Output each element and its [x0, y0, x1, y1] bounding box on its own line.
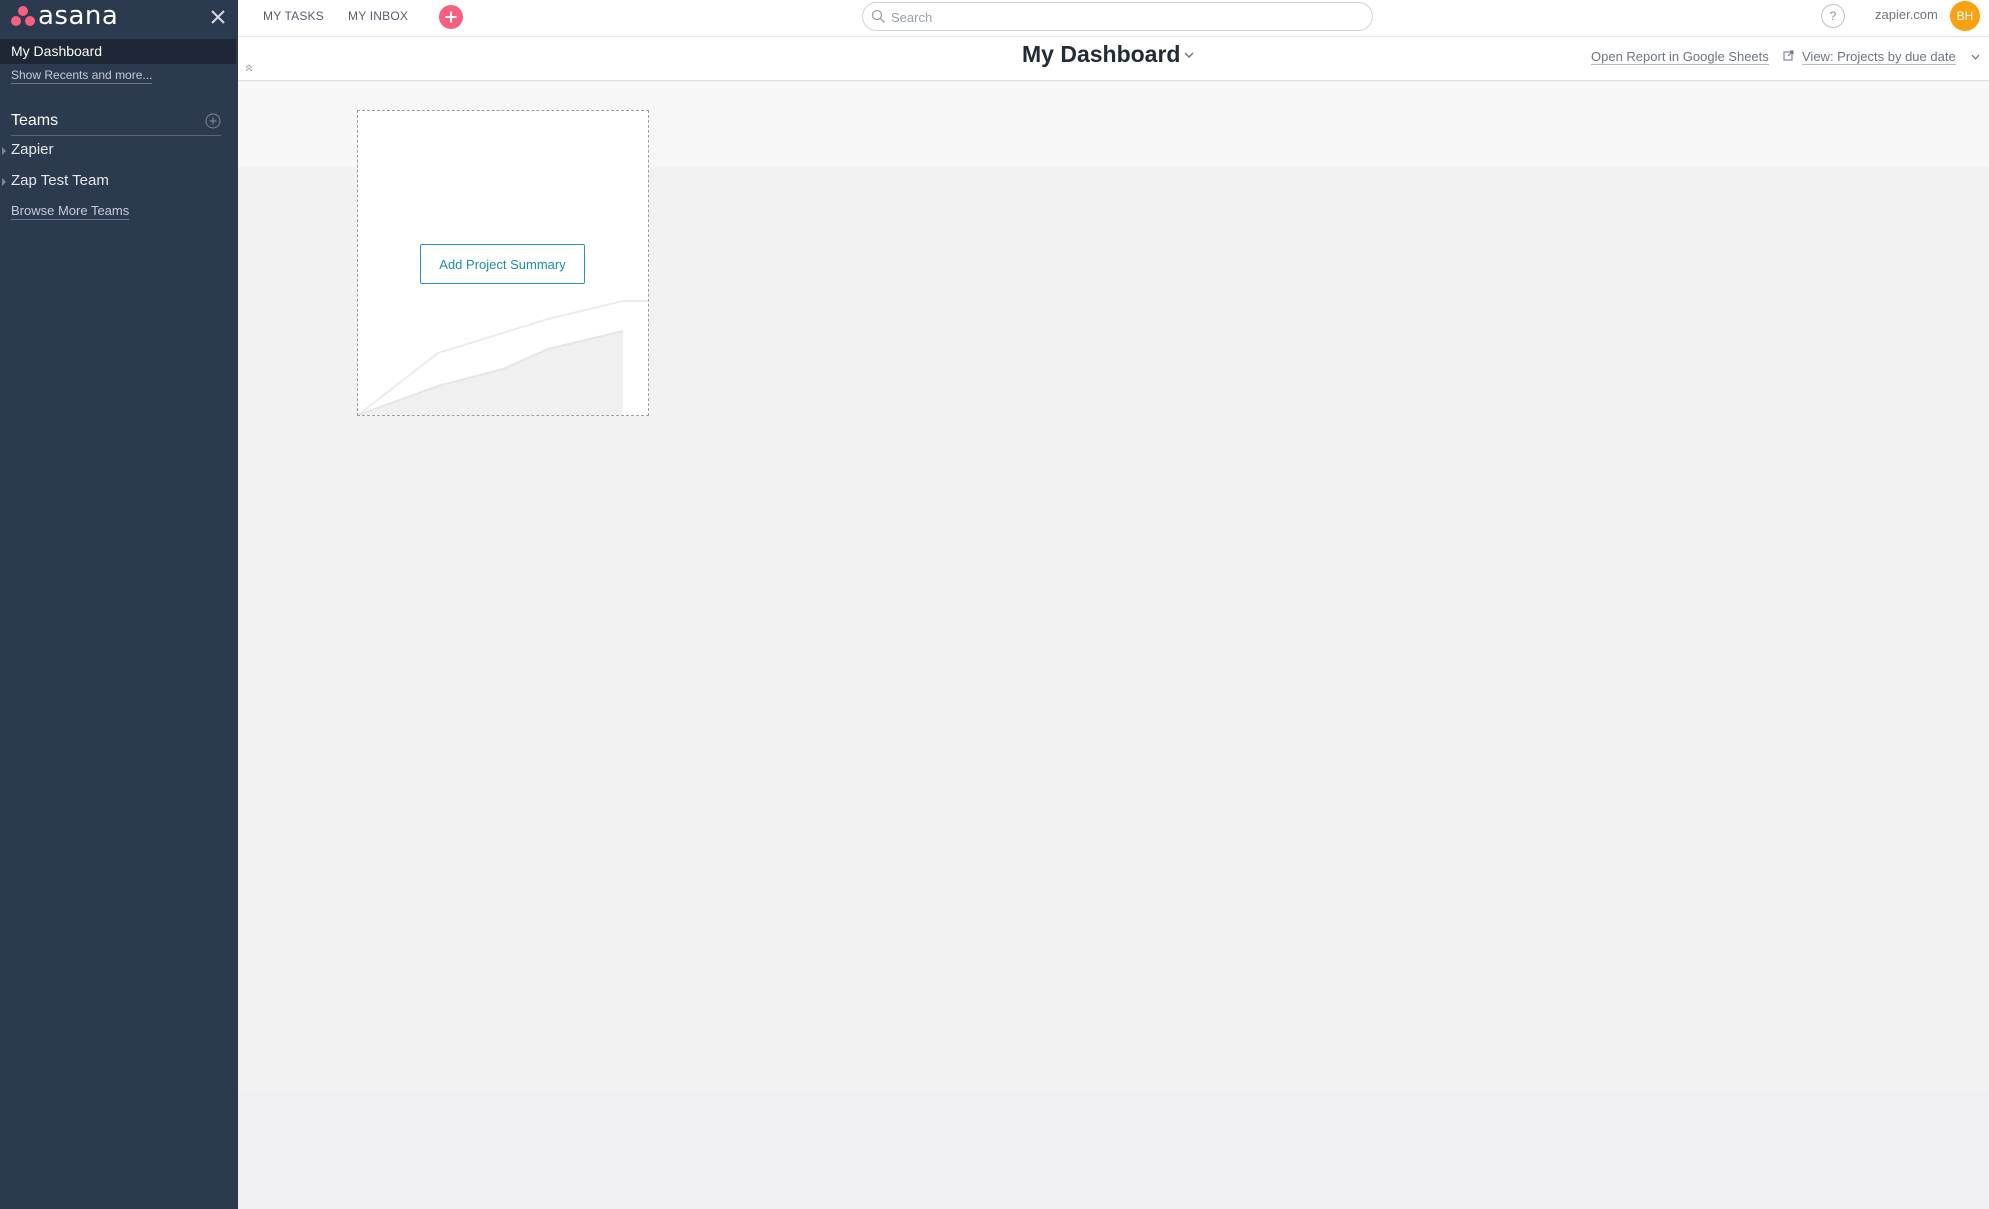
teams-header[interactable]: Teams: [11, 112, 221, 136]
team-label: Zap Test Team: [11, 172, 109, 189]
add-team-icon[interactable]: [205, 113, 221, 129]
avatar[interactable]: BH: [1950, 1, 1980, 31]
expand-caret-icon[interactable]: [2, 147, 6, 155]
teams-header-label: Teams: [11, 112, 59, 129]
my-inbox-link[interactable]: MY INBOX: [348, 9, 408, 23]
sidebar: asana My Dashboard Show Recents and more…: [0, 0, 238, 1209]
open-google-sheets-link[interactable]: Open Report in Google Sheets: [1591, 49, 1769, 65]
chevron-down-icon[interactable]: [1183, 51, 1195, 59]
browse-more-teams-link[interactable]: Browse More Teams: [11, 203, 130, 220]
project-summary-placeholder-card: Add Project Summary: [357, 110, 649, 416]
my-tasks-link[interactable]: MY TASKS: [263, 9, 324, 23]
search-icon: [871, 9, 885, 23]
sidebar-item-label: My Dashboard: [11, 43, 103, 59]
plus-icon: [445, 11, 457, 23]
org-name[interactable]: zapier.com: [1875, 7, 1938, 22]
page-header: My Dashboard Open Report in Google Sheet…: [238, 37, 1989, 81]
search-input[interactable]: [891, 7, 1361, 27]
expand-caret-icon[interactable]: [2, 178, 6, 186]
page-title[interactable]: My Dashboard: [1022, 41, 1180, 68]
dashboard-lower-band: [238, 1092, 1989, 1209]
sidebar-item-team-zapier[interactable]: Zapier: [0, 140, 230, 162]
logo-row: asana: [0, 0, 238, 38]
search-box[interactable]: [862, 2, 1373, 31]
add-project-summary-button[interactable]: Add Project Summary: [420, 244, 585, 284]
asana-logo-icon[interactable]: [11, 5, 35, 27]
show-recents-link[interactable]: Show Recents and more...: [11, 68, 153, 84]
team-label: Zapier: [11, 141, 54, 158]
sidebar-item-team-zap-test-team[interactable]: Zap Test Team: [0, 171, 230, 193]
chevron-down-icon[interactable]: [1971, 54, 1980, 60]
sidebar-item-my-dashboard[interactable]: My Dashboard: [0, 39, 236, 64]
quick-add-button[interactable]: [439, 5, 463, 29]
collapse-up-icon[interactable]: [243, 63, 255, 73]
view-selector[interactable]: View: Projects by due date: [1802, 49, 1956, 65]
help-icon[interactable]: ?: [1821, 4, 1845, 28]
external-link-icon[interactable]: [1783, 50, 1794, 61]
close-icon[interactable]: [207, 6, 229, 28]
asana-logo-text[interactable]: asana: [38, 1, 118, 31]
top-bar: MY TASKS MY INBOX ? zapier.com BH: [238, 0, 1989, 37]
